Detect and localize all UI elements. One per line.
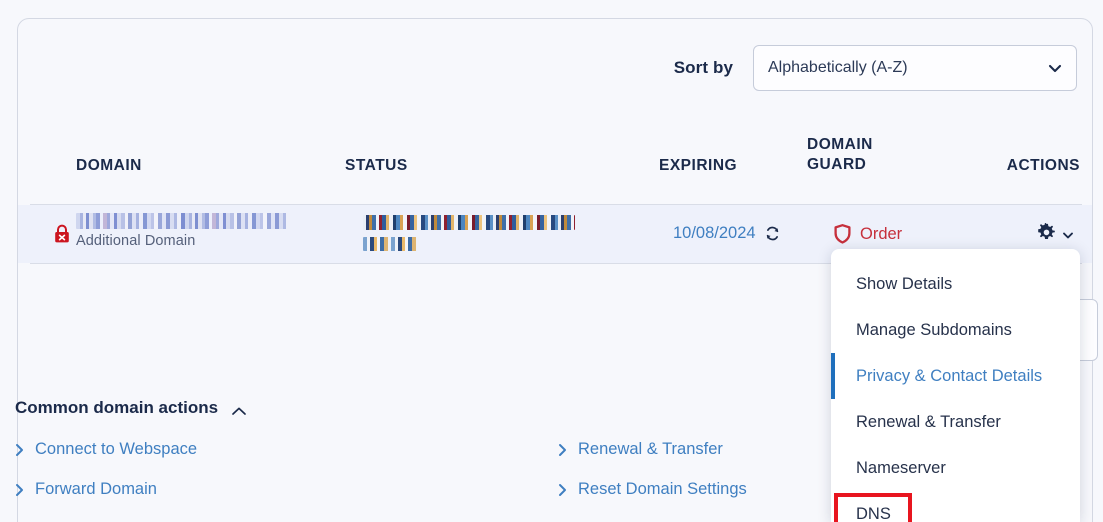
chevron-down-icon bbox=[1048, 61, 1062, 75]
link-label: Forward Domain bbox=[35, 480, 157, 498]
actions-dropdown-menu: Show Details Manage Subdomains Privacy &… bbox=[831, 249, 1080, 522]
status-line-2-redacted bbox=[363, 237, 417, 251]
shield-icon bbox=[834, 224, 851, 244]
link-renewal-and-transfer[interactable]: Renewal & Transfer bbox=[558, 440, 723, 459]
link-forward-domain[interactable]: Forward Domain bbox=[15, 480, 157, 499]
refresh-icon[interactable] bbox=[764, 225, 781, 242]
link-reset-domain-settings[interactable]: Reset Domain Settings bbox=[558, 480, 747, 499]
column-header-expiring: EXPIRING bbox=[659, 157, 738, 174]
sort-bar: Sort by Alphabetically (A-Z) bbox=[674, 45, 1077, 91]
table-header: DOMAIN STATUS EXPIRING DOMAIN GUARD ACTI… bbox=[18, 127, 1092, 205]
actions-gear-button[interactable] bbox=[1036, 222, 1074, 244]
caret-up-icon[interactable] bbox=[231, 403, 247, 415]
gear-icon bbox=[1036, 222, 1057, 244]
chevron-right-icon bbox=[15, 483, 24, 497]
menu-item-show-details[interactable]: Show Details bbox=[831, 261, 1080, 307]
expiring-date[interactable]: 10/08/2024 bbox=[673, 224, 756, 243]
column-header-actions: ACTIONS bbox=[1006, 157, 1080, 174]
domain-guard-order-link[interactable]: Order bbox=[860, 225, 902, 244]
lock-error-icon bbox=[52, 224, 72, 244]
common-domain-actions-title: Common domain actions bbox=[15, 398, 219, 417]
menu-item-dns[interactable]: DNS bbox=[834, 492, 912, 522]
chevron-right-icon bbox=[558, 443, 567, 457]
column-header-domain-guard: DOMAIN GUARD bbox=[807, 136, 873, 173]
status-cell bbox=[363, 215, 593, 251]
sort-by-label: Sort by bbox=[673, 58, 733, 77]
sort-select-value: Alphabetically (A-Z) bbox=[768, 59, 908, 76]
status-line-1-redacted bbox=[363, 215, 575, 230]
sort-select[interactable]: Alphabetically (A-Z) bbox=[753, 45, 1077, 91]
link-connect-to-webspace[interactable]: Connect to Webspace bbox=[15, 440, 197, 459]
chevron-down-icon bbox=[1062, 228, 1074, 240]
chevron-right-icon bbox=[15, 443, 24, 457]
column-header-status: STATUS bbox=[345, 157, 408, 174]
menu-item-dns-wrapper: DNS bbox=[831, 491, 1080, 522]
domain-subtitle: Additional Domain bbox=[76, 233, 196, 249]
link-label: Renewal & Transfer bbox=[578, 440, 723, 458]
chevron-right-icon bbox=[558, 483, 567, 497]
column-header-domain: DOMAIN bbox=[76, 157, 142, 174]
domain-guard-cell[interactable]: Order bbox=[834, 224, 902, 244]
menu-item-privacy-contact-details[interactable]: Privacy & Contact Details bbox=[831, 353, 1080, 399]
menu-item-manage-subdomains[interactable]: Manage Subdomains bbox=[831, 307, 1080, 353]
link-label: Reset Domain Settings bbox=[578, 480, 747, 498]
domain-name-redacted bbox=[76, 213, 290, 229]
link-label: Connect to Webspace bbox=[35, 440, 198, 458]
domain-cell[interactable]: Additional Domain bbox=[76, 213, 326, 249]
expiring-cell: 10/08/2024 bbox=[673, 224, 781, 243]
menu-item-renewal-transfer[interactable]: Renewal & Transfer bbox=[831, 399, 1080, 445]
menu-item-nameserver[interactable]: Nameserver bbox=[831, 445, 1080, 491]
